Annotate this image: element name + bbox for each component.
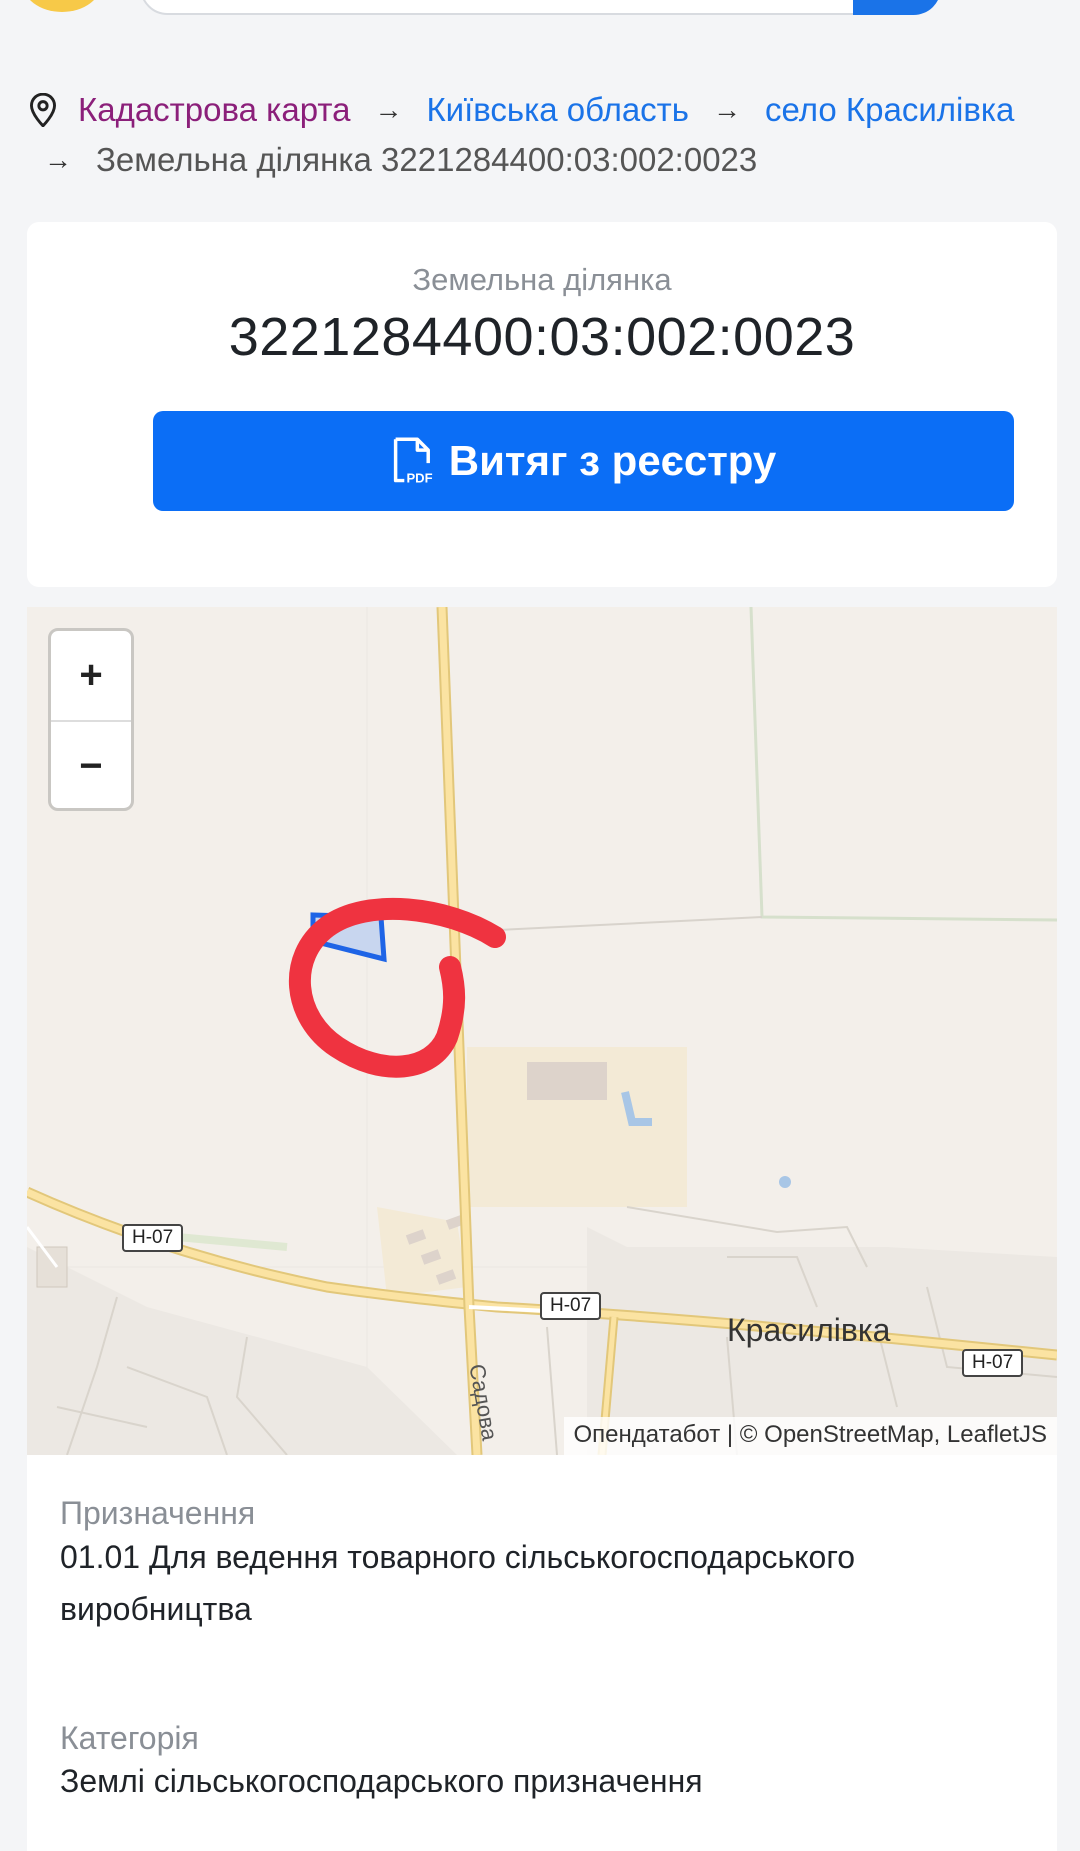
parcel-card: Земельна ділянка 3221284400:03:002:0023 …	[27, 222, 1057, 587]
logo[interactable]	[22, 0, 102, 12]
parcel-details: Призначення 01.01 Для ведення товарного …	[27, 1455, 1057, 1851]
category-label: Категорія	[60, 1720, 199, 1756]
road-label-h07: Н-07	[962, 1349, 1024, 1377]
purpose-label: Призначення	[60, 1495, 256, 1531]
search-input[interactable]	[140, 0, 930, 15]
breadcrumb-current: Земельна ділянка 3221284400:03:002:0023	[96, 141, 758, 178]
category-value: Землі сільськогосподарського призначення	[60, 1763, 703, 1799]
breadcrumb-separator: →	[713, 94, 741, 125]
registry-extract-label: Витяг з реєстру	[448, 437, 777, 484]
registry-extract-button[interactable]: PDF Витяг з реєстру	[153, 411, 1014, 511]
breadcrumb-item-region[interactable]: Київська область	[426, 85, 689, 135]
breadcrumb-item-village[interactable]: село Красилівка	[765, 85, 1014, 135]
zoom-control: + −	[48, 628, 134, 811]
breadcrumb-item-cadastral-map[interactable]: Кадастрова карта	[78, 85, 350, 135]
road-label-h07: Н-07	[540, 1292, 602, 1320]
pdf-icon: PDF	[393, 437, 432, 486]
annotation-circle	[288, 897, 506, 1078]
search-button[interactable]	[853, 0, 941, 15]
map-pin-icon	[30, 93, 56, 127]
zoom-out-button[interactable]: −	[51, 722, 131, 811]
map-tiles	[27, 607, 1057, 1455]
parcel-cadastral-number: 3221284400:03:002:0023	[228, 307, 856, 367]
breadcrumb: Кадастрова карта → Київська область → се…	[28, 85, 1058, 185]
road-label-h07: Н-07	[122, 1224, 184, 1252]
breadcrumb-separator: →	[44, 144, 72, 175]
map-attribution[interactable]: Опендатабот | © OpenStreetMap, LeafletJS	[563, 1417, 1057, 1455]
zoom-in-button[interactable]: +	[51, 631, 131, 722]
breadcrumb-separator: →	[374, 94, 403, 125]
cadastral-map[interactable]: + − Н-07 Н-07 Н-07 Красилівка Садова Опе…	[27, 607, 1057, 1455]
place-label-krasylivka: Красилівка	[727, 1312, 891, 1348]
top-header	[0, 0, 1080, 30]
purpose-value: 01.01 Для ведення товарного сільськогосп…	[60, 1539, 856, 1627]
parcel-subtitle: Земельна ділянка	[412, 262, 672, 297]
pdf-icon-text: PDF	[406, 471, 432, 486]
